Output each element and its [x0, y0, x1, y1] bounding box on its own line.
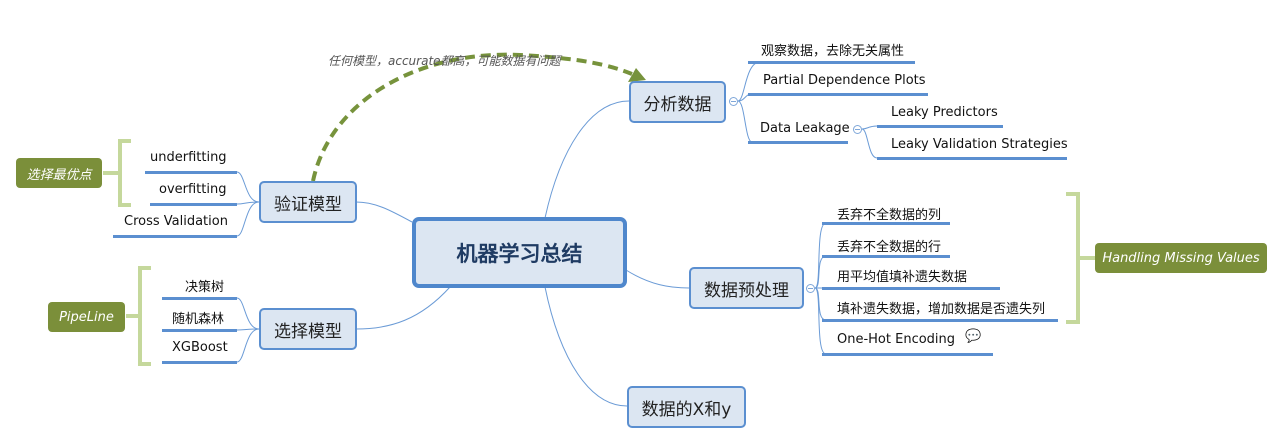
leaf-drop-columns[interactable]: 丢弃不全数据的列: [837, 204, 941, 223]
node-select[interactable]: 选择模型: [259, 308, 357, 350]
leaf-xgboost[interactable]: XGBoost: [172, 340, 228, 355]
leaf-data-leakage[interactable]: Data Leakage: [760, 121, 850, 136]
collapse-toggle-preprocess[interactable]: [806, 284, 815, 293]
leaf-underline: [822, 319, 1058, 322]
relation-annotation: 任何模型，accurate都高，可能数据有问题: [328, 54, 561, 68]
leaf-underline: [822, 287, 1000, 290]
leaf-impute-extension[interactable]: 填补遗失数据，增加数据是否遗失列: [837, 298, 1045, 317]
link-central-select: [355, 286, 451, 330]
node-analyze[interactable]: 分析数据: [629, 81, 726, 123]
summary-validate[interactable]: 选择最优点: [16, 158, 102, 188]
dashed-relation-arrow: [311, 52, 633, 182]
bracket-validate: [103, 139, 131, 207]
leaf-underline: [748, 93, 928, 96]
leaf-underline: [877, 157, 1067, 160]
leaf-underline: [748, 61, 915, 64]
leaf-leaky-predictors[interactable]: Leaky Predictors: [891, 105, 998, 120]
node-preprocess[interactable]: 数据预处理: [689, 267, 804, 309]
leaf-one-hot[interactable]: One-Hot Encoding: [837, 332, 955, 347]
speech-bubble-icon[interactable]: 💬: [965, 329, 981, 344]
leaf-leaky-validation[interactable]: Leaky Validation Strategies: [891, 137, 1068, 152]
leaf-observe[interactable]: 观察数据，去除无关属性: [761, 40, 904, 59]
central-topic[interactable]: 机器学习总结: [412, 217, 627, 288]
leaf-underline: [162, 329, 237, 332]
bracket-preprocess: [1066, 192, 1095, 324]
leaf-underfitting[interactable]: underfitting: [150, 150, 227, 165]
leaf-impute-mean[interactable]: 用平均值填补遗失数据: [837, 266, 967, 285]
leaf-underline: [822, 255, 950, 258]
leaf-underline: [113, 235, 237, 238]
leaf-underline: [162, 361, 237, 364]
leaf-underline: [822, 222, 950, 225]
collapse-toggle-analyze[interactable]: [729, 97, 738, 106]
leaf-underline: [150, 203, 237, 206]
leaf-random-forest[interactable]: 随机森林: [172, 308, 224, 327]
link-central-xy: [544, 286, 628, 407]
leaf-underline: [145, 171, 237, 174]
leaf-underline: [748, 141, 848, 144]
link-central-preprocess: [625, 269, 690, 289]
leaf-cross-validation[interactable]: Cross Validation: [124, 214, 228, 229]
leaf-underline: [877, 125, 1003, 128]
leaf-underline: [822, 353, 993, 356]
summary-preprocess[interactable]: Handling Missing Values: [1095, 243, 1267, 273]
collapse-toggle-leakage[interactable]: [853, 125, 862, 134]
link-central-analyze: [544, 100, 630, 219]
summary-select[interactable]: PipeLine: [48, 302, 125, 332]
leaf-overfitting[interactable]: overfitting: [159, 182, 226, 197]
link-central-validate: [355, 201, 413, 223]
leaf-drop-rows[interactable]: 丢弃不全数据的行: [837, 236, 941, 255]
leaf-decision-tree[interactable]: 决策树: [185, 276, 224, 295]
node-xy[interactable]: 数据的X和y: [627, 386, 746, 428]
leaf-underline: [162, 297, 237, 300]
leaf-pdp[interactable]: Partial Dependence Plots: [763, 73, 926, 88]
node-validate[interactable]: 验证模型: [259, 181, 357, 223]
bracket-select: [126, 266, 151, 366]
